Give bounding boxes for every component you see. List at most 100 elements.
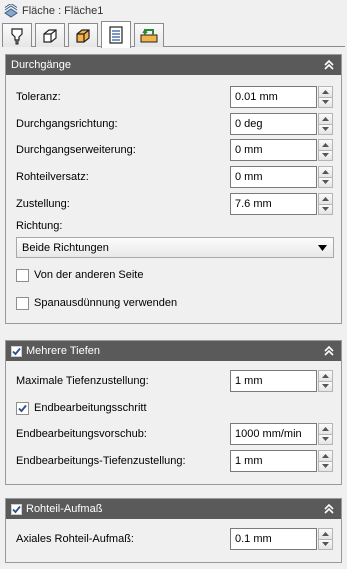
pass-direction-row: Durchgangsrichtung: <box>16 113 333 135</box>
stepover-row: Zustellung: <box>16 193 333 215</box>
passes-panel: Durchgänge Toleranz: Durchgangsrichtung:… <box>5 54 342 324</box>
heights-box-icon <box>76 28 90 43</box>
tab-geometry[interactable] <box>35 23 65 47</box>
title-bar: Fläche : Fläche1 <box>0 0 347 22</box>
finishing-step-option[interactable]: Endbearbeitungsschritt <box>16 400 147 416</box>
finishing-step-checkbox[interactable] <box>16 401 29 415</box>
tolerance-input[interactable] <box>230 86 317 108</box>
passes-icon <box>109 26 123 44</box>
passes-panel-header[interactable]: Durchgänge <box>6 55 341 75</box>
pass-direction-input[interactable] <box>230 113 317 135</box>
other-side-checkbox[interactable] <box>16 268 29 282</box>
other-side-label: Von der anderen Seite <box>34 269 144 281</box>
down-arrow-icon <box>322 464 329 469</box>
multiple-depths-panel-title: Mehrere Tiefen <box>26 345 100 357</box>
max-stepdown-input[interactable] <box>230 370 317 392</box>
spin-up-button[interactable] <box>318 528 333 540</box>
up-arrow-icon <box>322 373 329 378</box>
dropdown-arrow-icon <box>318 245 327 251</box>
tab-bar <box>2 21 345 48</box>
stepover-input[interactable] <box>230 193 317 215</box>
spin-up-button[interactable] <box>318 86 333 98</box>
spin-down-button[interactable] <box>318 97 333 108</box>
collapse-chevron-icon[interactable] <box>323 502 335 516</box>
checkmark-icon <box>12 347 21 355</box>
spin-up-button[interactable] <box>318 370 333 382</box>
pass-extension-spinner <box>230 139 333 161</box>
up-arrow-icon <box>322 531 329 536</box>
collapse-chevron-icon[interactable] <box>323 58 335 72</box>
tab-linking[interactable] <box>134 23 164 47</box>
axial-stock-input[interactable] <box>230 528 317 550</box>
thinning-checkbox[interactable] <box>16 296 29 310</box>
thinning-option[interactable]: Spanausdünnung verwenden <box>16 295 177 311</box>
stock-offset-input[interactable] <box>230 166 317 188</box>
spin-down-button[interactable] <box>318 461 333 472</box>
down-arrow-icon <box>322 384 329 389</box>
down-arrow-icon <box>322 180 329 185</box>
up-arrow-icon <box>322 453 329 458</box>
passes-panel-title: Durchgänge <box>11 59 71 71</box>
finishing-stepdown-spinner <box>230 450 333 472</box>
tolerance-row: Toleranz: <box>16 86 333 108</box>
down-arrow-icon <box>322 100 329 105</box>
spin-down-button[interactable] <box>318 434 333 445</box>
stock-to-leave-panel-header[interactable]: Rohteil-Aufmaß <box>6 499 341 519</box>
checkmark-icon <box>12 505 21 513</box>
window-title: Fläche : Fläche1 <box>22 5 104 17</box>
stepover-spinner <box>230 193 333 215</box>
pass-direction-spinner <box>230 113 333 135</box>
stock-to-leave-panel-title: Rohteil-Aufmaß <box>26 503 103 515</box>
tab-tool[interactable] <box>2 23 32 47</box>
spin-down-button[interactable] <box>318 124 333 135</box>
down-arrow-icon <box>322 542 329 547</box>
down-arrow-icon <box>322 437 329 442</box>
tab-passes[interactable] <box>101 21 131 48</box>
direction-label-row: Richtung: <box>16 217 333 235</box>
max-stepdown-row: Maximale Tiefenzustellung: <box>16 370 333 392</box>
tab-heights[interactable] <box>68 23 98 47</box>
spin-down-button[interactable] <box>318 150 333 161</box>
finishing-feed-input[interactable] <box>230 423 317 445</box>
spin-up-button[interactable] <box>318 450 333 462</box>
other-side-option[interactable]: Von der anderen Seite <box>16 267 143 283</box>
spin-up-button[interactable] <box>318 423 333 435</box>
direction-select[interactable]: Beide Richtungen <box>16 237 334 258</box>
axial-stock-spinner <box>230 528 333 550</box>
finishing-stepdown-input[interactable] <box>230 450 317 472</box>
geometry-icon <box>43 28 57 43</box>
linking-icon <box>140 28 158 42</box>
facing-operation-icon <box>4 4 18 18</box>
stock-to-leave-enable-checkbox[interactable] <box>11 503 22 515</box>
stock-offset-row: Rohteilversatz: <box>16 166 333 188</box>
checkmark-icon <box>18 404 27 412</box>
down-arrow-icon <box>322 153 329 158</box>
up-arrow-icon <box>322 169 329 174</box>
pass-extension-row: Durchgangserweiterung: <box>16 139 333 161</box>
max-stepdown-spinner <box>230 370 333 392</box>
spin-up-button[interactable] <box>318 193 333 205</box>
down-arrow-icon <box>322 127 329 132</box>
spin-down-button[interactable] <box>318 539 333 550</box>
spin-down-button[interactable] <box>318 204 333 215</box>
up-arrow-icon <box>322 116 329 121</box>
stock-offset-spinner <box>230 166 333 188</box>
up-arrow-icon <box>322 89 329 94</box>
multiple-depths-panel-header[interactable]: Mehrere Tiefen <box>6 341 341 361</box>
spin-up-button[interactable] <box>318 113 333 125</box>
collapse-chevron-icon[interactable] <box>323 344 335 358</box>
axial-stock-row: Axiales Rohteil-Aufmaß: <box>16 528 333 550</box>
finishing-step-label: Endbearbeitungsschritt <box>34 402 147 414</box>
spin-down-button[interactable] <box>318 381 333 392</box>
thinning-label: Spanausdünnung verwenden <box>34 297 178 309</box>
multiple-depths-enable-checkbox[interactable] <box>11 345 22 357</box>
finishing-feed-spinner <box>230 423 333 445</box>
spin-up-button[interactable] <box>318 139 333 151</box>
tool-icon <box>11 27 23 44</box>
up-arrow-icon <box>322 142 329 147</box>
pass-extension-input[interactable] <box>230 139 317 161</box>
up-arrow-icon <box>322 196 329 201</box>
spin-down-button[interactable] <box>318 177 333 188</box>
spin-up-button[interactable] <box>318 166 333 178</box>
direction-select-label: Richtung: <box>16 220 63 232</box>
